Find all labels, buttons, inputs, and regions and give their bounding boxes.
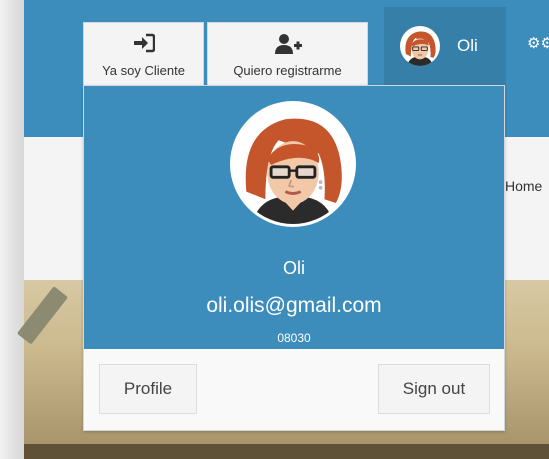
user-email: oli.olis@gmail.com — [206, 294, 382, 317]
sign-in-icon — [84, 33, 203, 63]
login-button[interactable]: Ya soy Cliente — [83, 22, 204, 85]
gears-icon[interactable]: ⚙⚙ — [527, 34, 549, 52]
login-button-label: Ya soy Cliente — [102, 63, 185, 78]
user-avatar-large — [230, 101, 356, 227]
page-edge — [0, 0, 24, 459]
user-menu-name: Oli — [457, 36, 478, 55]
profile-button[interactable]: Profile — [99, 364, 197, 414]
user-avatar-small — [400, 26, 440, 66]
register-button-label: Quiero registrarme — [233, 63, 342, 78]
user-plus-icon — [208, 33, 367, 63]
user-header: Oli oli.olis@gmail.com 08030 — [84, 86, 504, 349]
user-dropdown: Oli oli.olis@gmail.com 08030 Profile Sig… — [83, 85, 505, 431]
breadcrumb-home[interactable]: Home — [505, 178, 542, 194]
sign-out-button[interactable]: Sign out — [378, 364, 490, 414]
hero-image-floor — [24, 444, 549, 459]
user-menu-toggle[interactable]: Oli — [400, 24, 504, 68]
user-name: Oli — [283, 258, 305, 278]
register-button[interactable]: Quiero registrarme — [207, 22, 368, 85]
user-postal-code: 08030 — [277, 331, 311, 345]
user-footer: Profile Sign out — [84, 349, 504, 430]
